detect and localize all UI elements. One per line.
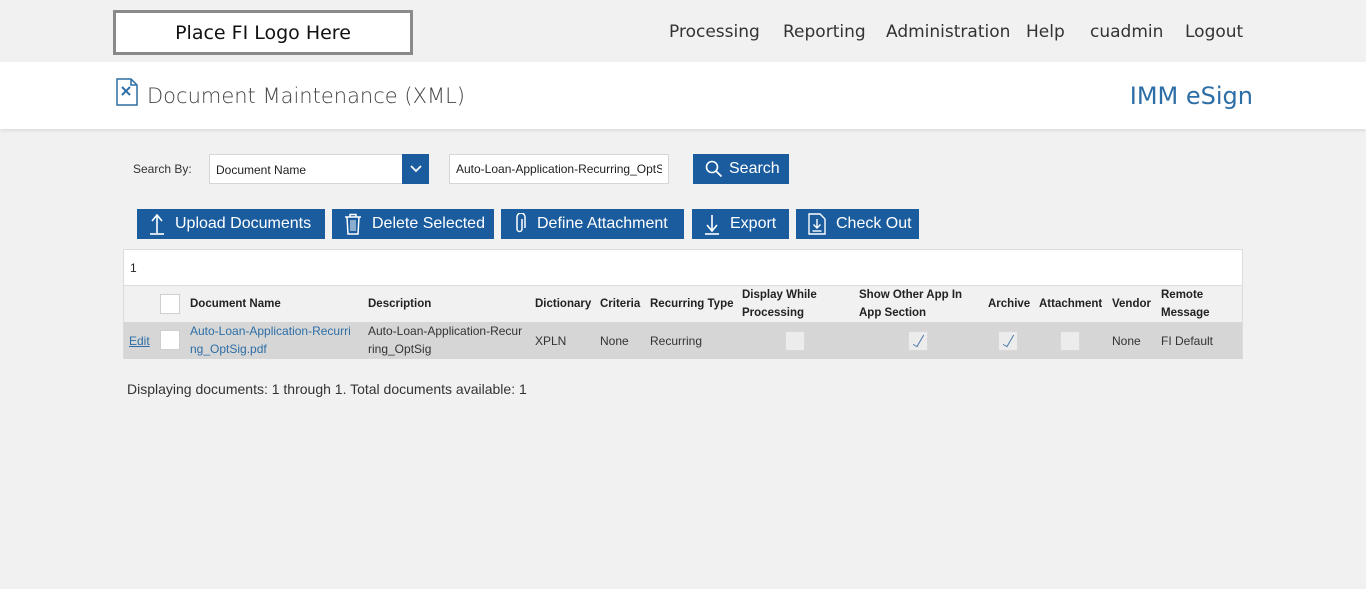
search-input[interactable] [449, 154, 669, 184]
show-other-app-checkbox [908, 331, 928, 351]
delete-selected-button[interactable]: Delete Selected [332, 209, 494, 239]
document-download-icon [808, 213, 826, 235]
col-show-other-app-line2: App Section [859, 307, 927, 319]
col-recurring-type[interactable]: Recurring Type [650, 295, 734, 313]
criteria-cell: None [600, 334, 629, 348]
col-remote-message-line2: Message [1161, 307, 1210, 319]
top-navigation-bar: Place FI Logo Here Processing Reporting … [0, 0, 1366, 62]
page-title: Document Maintenance (XML) [147, 84, 465, 108]
nav-help[interactable]: Help [1026, 22, 1065, 42]
document-name-line2: ng_OptSig.pdf [190, 342, 267, 356]
search-button-label: Search [729, 160, 780, 177]
description-cell: Auto-Loan-Application-Recur ring_OptSig [368, 322, 522, 358]
col-vendor[interactable]: Vendor [1112, 295, 1151, 313]
description-line1: Auto-Loan-Application-Recur [368, 324, 523, 338]
grid-header-row: Document Name Description Dictionary Cri… [124, 285, 1242, 322]
document-edit-icon [116, 78, 138, 106]
col-show-other-app[interactable]: Show Other App In App Section [859, 286, 962, 322]
col-display-while-processing[interactable]: Display While Processing [742, 286, 817, 322]
nav-user-cuadmin[interactable]: cuadmin [1090, 22, 1163, 42]
documents-grid: 1 Document Name Description Dictionary C… [123, 249, 1243, 359]
define-attachment-label: Define Attachment [537, 215, 668, 232]
trash-icon [345, 213, 361, 235]
upload-documents-button[interactable]: Upload Documents [137, 209, 325, 239]
col-display-while-processing-line2: Processing [742, 307, 804, 319]
description-line2: ring_OptSig [368, 342, 432, 356]
search-field-selected-value: Document Name [216, 163, 307, 177]
display-while-processing-checkbox [785, 331, 805, 351]
vendor-cell: None [1112, 334, 1141, 348]
download-arrow-icon [705, 215, 719, 235]
export-label: Export [730, 215, 777, 232]
delete-selected-label: Delete Selected [372, 215, 485, 232]
col-description[interactable]: Description [368, 295, 431, 313]
row-select-checkbox[interactable] [160, 330, 180, 350]
col-dictionary[interactable]: Dictionary [535, 295, 591, 313]
define-attachment-button[interactable]: Define Attachment [501, 209, 684, 239]
product-brand: IMM eSign [1129, 82, 1253, 110]
export-button[interactable]: Export [692, 209, 789, 239]
search-icon [705, 160, 723, 178]
recurring-type-cell: Recurring [650, 334, 703, 348]
attachment-checkbox [1060, 331, 1080, 351]
check-out-label: Check Out [836, 215, 912, 232]
nav-logout[interactable]: Logout [1185, 22, 1243, 42]
archive-checkbox [998, 331, 1018, 351]
document-name-link[interactable]: Auto-Loan-Application-Recurri ng_OptSig.… [190, 322, 351, 358]
upload-documents-label: Upload Documents [175, 215, 312, 232]
col-attachment[interactable]: Attachment [1039, 295, 1102, 313]
nav-processing[interactable]: Processing [669, 22, 760, 42]
table-row: Edit Auto-Loan-Application-Recurri ng_Op… [124, 322, 1242, 359]
paperclip-icon [516, 213, 526, 233]
col-criteria[interactable]: Criteria [600, 295, 640, 313]
dictionary-cell: XPLN [535, 334, 567, 348]
page-title-bar: Document Maintenance (XML) IMM eSign [0, 62, 1366, 129]
nav-reporting[interactable]: Reporting [783, 22, 866, 42]
fi-logo-placeholder: Place FI Logo Here [113, 10, 413, 55]
select-all-checkbox[interactable] [160, 294, 180, 314]
remote-message-cell: FI Default [1161, 334, 1214, 348]
col-remote-message-line1: Remote [1161, 289, 1204, 301]
upload-arrow-icon [150, 213, 164, 235]
col-document-name[interactable]: Document Name [190, 295, 281, 313]
check-out-button[interactable]: Check Out [796, 209, 919, 239]
col-show-other-app-line1: Show Other App In [859, 289, 963, 301]
col-archive[interactable]: Archive [988, 295, 1030, 313]
chevron-down-icon [409, 165, 422, 173]
dropdown-arrow[interactable] [402, 154, 429, 184]
edit-link[interactable]: Edit [129, 332, 150, 350]
documents-count-status: Displaying documents: 1 through 1. Total… [127, 381, 527, 397]
col-remote-message[interactable]: Remote Message [1161, 286, 1210, 322]
nav-administration[interactable]: Administration [886, 22, 1010, 42]
document-name-line1: Auto-Loan-Application-Recurri [190, 324, 351, 338]
pager-page-1[interactable]: 1 [130, 261, 137, 275]
col-display-while-processing-line1: Display While [742, 289, 817, 301]
search-by-label: Search By: [133, 162, 192, 176]
search-button[interactable]: Search [693, 154, 789, 184]
search-field-select[interactable]: Document Name [209, 154, 429, 184]
